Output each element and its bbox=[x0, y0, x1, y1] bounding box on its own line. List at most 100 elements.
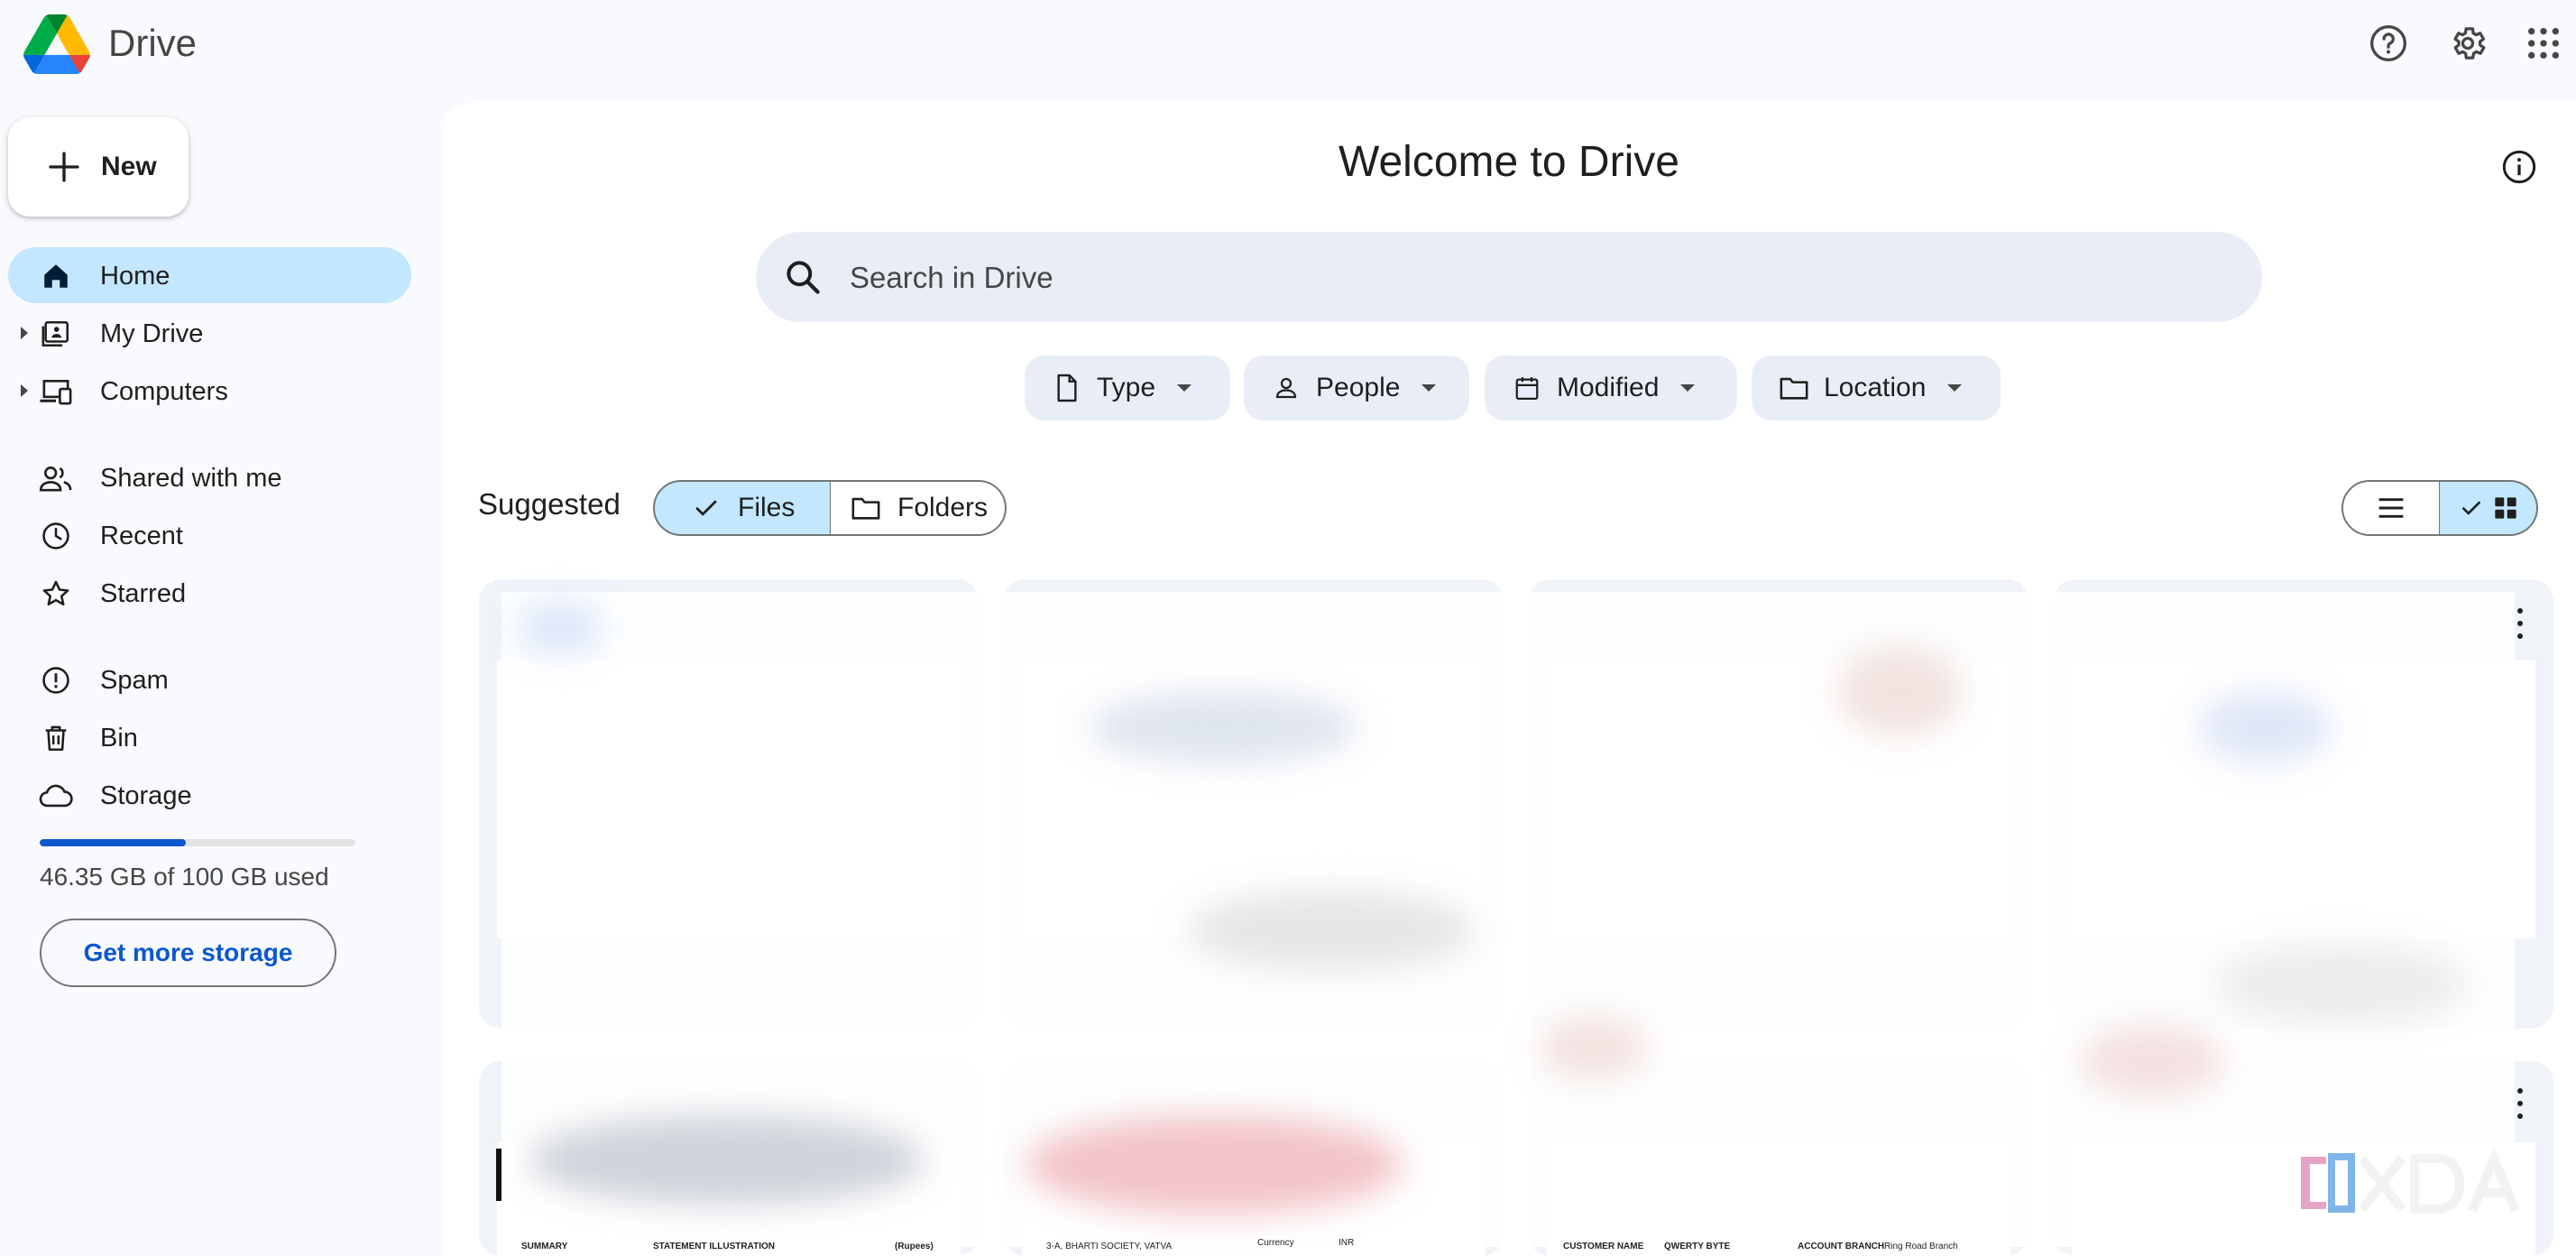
blur-blob bbox=[2197, 691, 2332, 763]
search-placeholder: Search in Drive bbox=[850, 261, 1053, 294]
blur-blob bbox=[529, 1115, 925, 1205]
sidebar-item-label: Computers bbox=[100, 377, 228, 406]
filter-chip-type[interactable]: Type bbox=[1025, 356, 1230, 420]
sidebar-item-label: Starred bbox=[100, 579, 187, 608]
doc-snippet: ACCOUNT BRANCH bbox=[1798, 1242, 1885, 1251]
folders-toggle-label: Folders bbox=[897, 493, 989, 522]
blur-blob bbox=[2080, 1025, 2224, 1097]
sidebar-item-starred[interactable]: Starred bbox=[8, 565, 411, 621]
more-options-icon[interactable] bbox=[2507, 1081, 2534, 1126]
drive-logo-icon[interactable] bbox=[23, 14, 90, 74]
files-toggle-button[interactable]: Files bbox=[653, 480, 832, 536]
blur-blob bbox=[1025, 1115, 1403, 1214]
sidebar-item-bin[interactable]: Bin bbox=[8, 709, 411, 765]
check-icon bbox=[691, 493, 722, 523]
shared-icon bbox=[39, 461, 73, 495]
sidebar-item-label: Recent bbox=[100, 522, 183, 550]
top-header: Drive bbox=[0, 0, 2576, 99]
storage-progress-fill bbox=[40, 839, 187, 846]
list-view-button[interactable] bbox=[2341, 480, 2441, 536]
expand-caret-icon[interactable] bbox=[21, 327, 28, 339]
expand-caret-icon[interactable] bbox=[21, 384, 28, 397]
computers-icon bbox=[39, 374, 73, 409]
my-drive-icon bbox=[39, 317, 73, 351]
document-edge bbox=[496, 1149, 501, 1201]
list-view-icon bbox=[2378, 498, 2404, 518]
settings-icon[interactable] bbox=[2444, 20, 2491, 67]
doc-snippet: CUSTOMER NAME bbox=[1563, 1242, 1644, 1251]
doc-snippet: INR bbox=[1339, 1238, 1355, 1248]
sidebar-item-label: Storage bbox=[100, 781, 192, 810]
apps-grid-icon[interactable] bbox=[2520, 20, 2567, 67]
folder-icon bbox=[1779, 373, 1809, 403]
cloud-icon bbox=[39, 779, 73, 813]
check-icon bbox=[2461, 501, 2480, 515]
sidebar-item-recent[interactable]: Recent bbox=[8, 507, 411, 563]
clock-icon bbox=[39, 519, 73, 553]
new-button[interactable]: New bbox=[8, 117, 189, 217]
filter-chip-label: People bbox=[1316, 373, 1401, 402]
doc-snippet: QWERTY BYTE bbox=[1664, 1242, 1731, 1251]
home-icon bbox=[39, 259, 73, 293]
filter-chip-location[interactable]: Location bbox=[1752, 356, 2001, 420]
doc-snippet: Ring Road Branch bbox=[1884, 1242, 1958, 1251]
sidebar-item-label: Shared with me bbox=[100, 464, 282, 493]
person-icon bbox=[1271, 373, 1302, 403]
search-icon bbox=[787, 261, 820, 294]
doc-snippet: 3-A, BHARTI SOCIETY, VATVA bbox=[1046, 1242, 1173, 1251]
sidebar-item-spam[interactable]: Spam bbox=[8, 651, 411, 707]
storage-progress-bar bbox=[40, 839, 355, 846]
bin-icon bbox=[39, 721, 73, 755]
calendar-icon bbox=[1512, 373, 1542, 403]
filter-chip-people[interactable]: People bbox=[1244, 356, 1469, 420]
info-icon[interactable] bbox=[2498, 146, 2540, 188]
filter-chip-modified[interactable]: Modified bbox=[1485, 356, 1737, 420]
more-options-icon[interactable] bbox=[2507, 601, 2534, 646]
sidebar-item-home[interactable]: Home bbox=[8, 247, 411, 303]
suggested-heading: Suggested bbox=[478, 487, 621, 521]
blur-blob bbox=[1836, 646, 1963, 736]
sidebar-item-label: Spam bbox=[100, 666, 169, 695]
blur-blob bbox=[2215, 944, 2468, 1025]
filter-chip-label: Location bbox=[1824, 373, 1927, 402]
storage-used-text: 46.35 GB of 100 GB used bbox=[40, 863, 329, 891]
doc-snippet: Currency bbox=[1257, 1238, 1294, 1248]
star-icon bbox=[39, 577, 73, 611]
chevron-down-icon bbox=[1421, 384, 1437, 392]
privacy-blur-overlay bbox=[501, 592, 2515, 1247]
filter-chip-label: Type bbox=[1097, 373, 1156, 402]
sidebar-item-my-drive[interactable]: My Drive bbox=[8, 305, 411, 361]
blur-blob bbox=[520, 601, 601, 655]
app-title: Drive bbox=[108, 22, 198, 64]
blur-blob bbox=[1187, 890, 1476, 971]
sidebar-item-shared-with-me[interactable]: Shared with me bbox=[8, 449, 411, 505]
doc-snippet: (Rupees) bbox=[895, 1242, 934, 1251]
grid-view-icon bbox=[2494, 497, 2516, 519]
get-more-storage-button[interactable]: Get more storage bbox=[40, 919, 336, 987]
sidebar-item-label: Bin bbox=[100, 724, 138, 753]
drive-app: Drive New Home My Drive Computers Shared… bbox=[0, 0, 2576, 1256]
spam-icon bbox=[39, 663, 73, 697]
blur-blob bbox=[1088, 691, 1358, 763]
sidebar-item-storage[interactable]: Storage bbox=[8, 767, 411, 823]
folders-toggle-button[interactable]: Folders bbox=[830, 480, 1007, 536]
search-input[interactable]: Search in Drive bbox=[756, 232, 2262, 322]
xda-watermark-logo bbox=[2301, 1148, 2520, 1214]
page-title: Welcome to Drive bbox=[1339, 138, 1679, 186]
chevron-down-icon bbox=[1177, 384, 1192, 392]
plus-icon bbox=[49, 152, 79, 182]
doc-snippet: STATEMENT ILLUSTRATION bbox=[653, 1242, 775, 1251]
folder-icon bbox=[851, 493, 881, 523]
grid-view-button[interactable] bbox=[2439, 480, 2538, 536]
doc-snippet: SUMMARY bbox=[521, 1242, 568, 1251]
file-icon bbox=[1052, 373, 1082, 403]
filter-chip-label: Modified bbox=[1557, 373, 1660, 402]
files-toggle-label: Files bbox=[738, 493, 796, 522]
sidebar-item-computers[interactable]: Computers bbox=[8, 363, 411, 419]
help-icon[interactable] bbox=[2365, 20, 2412, 67]
sidebar-item-label: My Drive bbox=[100, 319, 204, 348]
chevron-down-icon bbox=[1947, 384, 1963, 392]
chevron-down-icon bbox=[1680, 384, 1696, 392]
new-button-label: New bbox=[101, 152, 157, 181]
sidebar-item-label: Home bbox=[100, 262, 170, 291]
